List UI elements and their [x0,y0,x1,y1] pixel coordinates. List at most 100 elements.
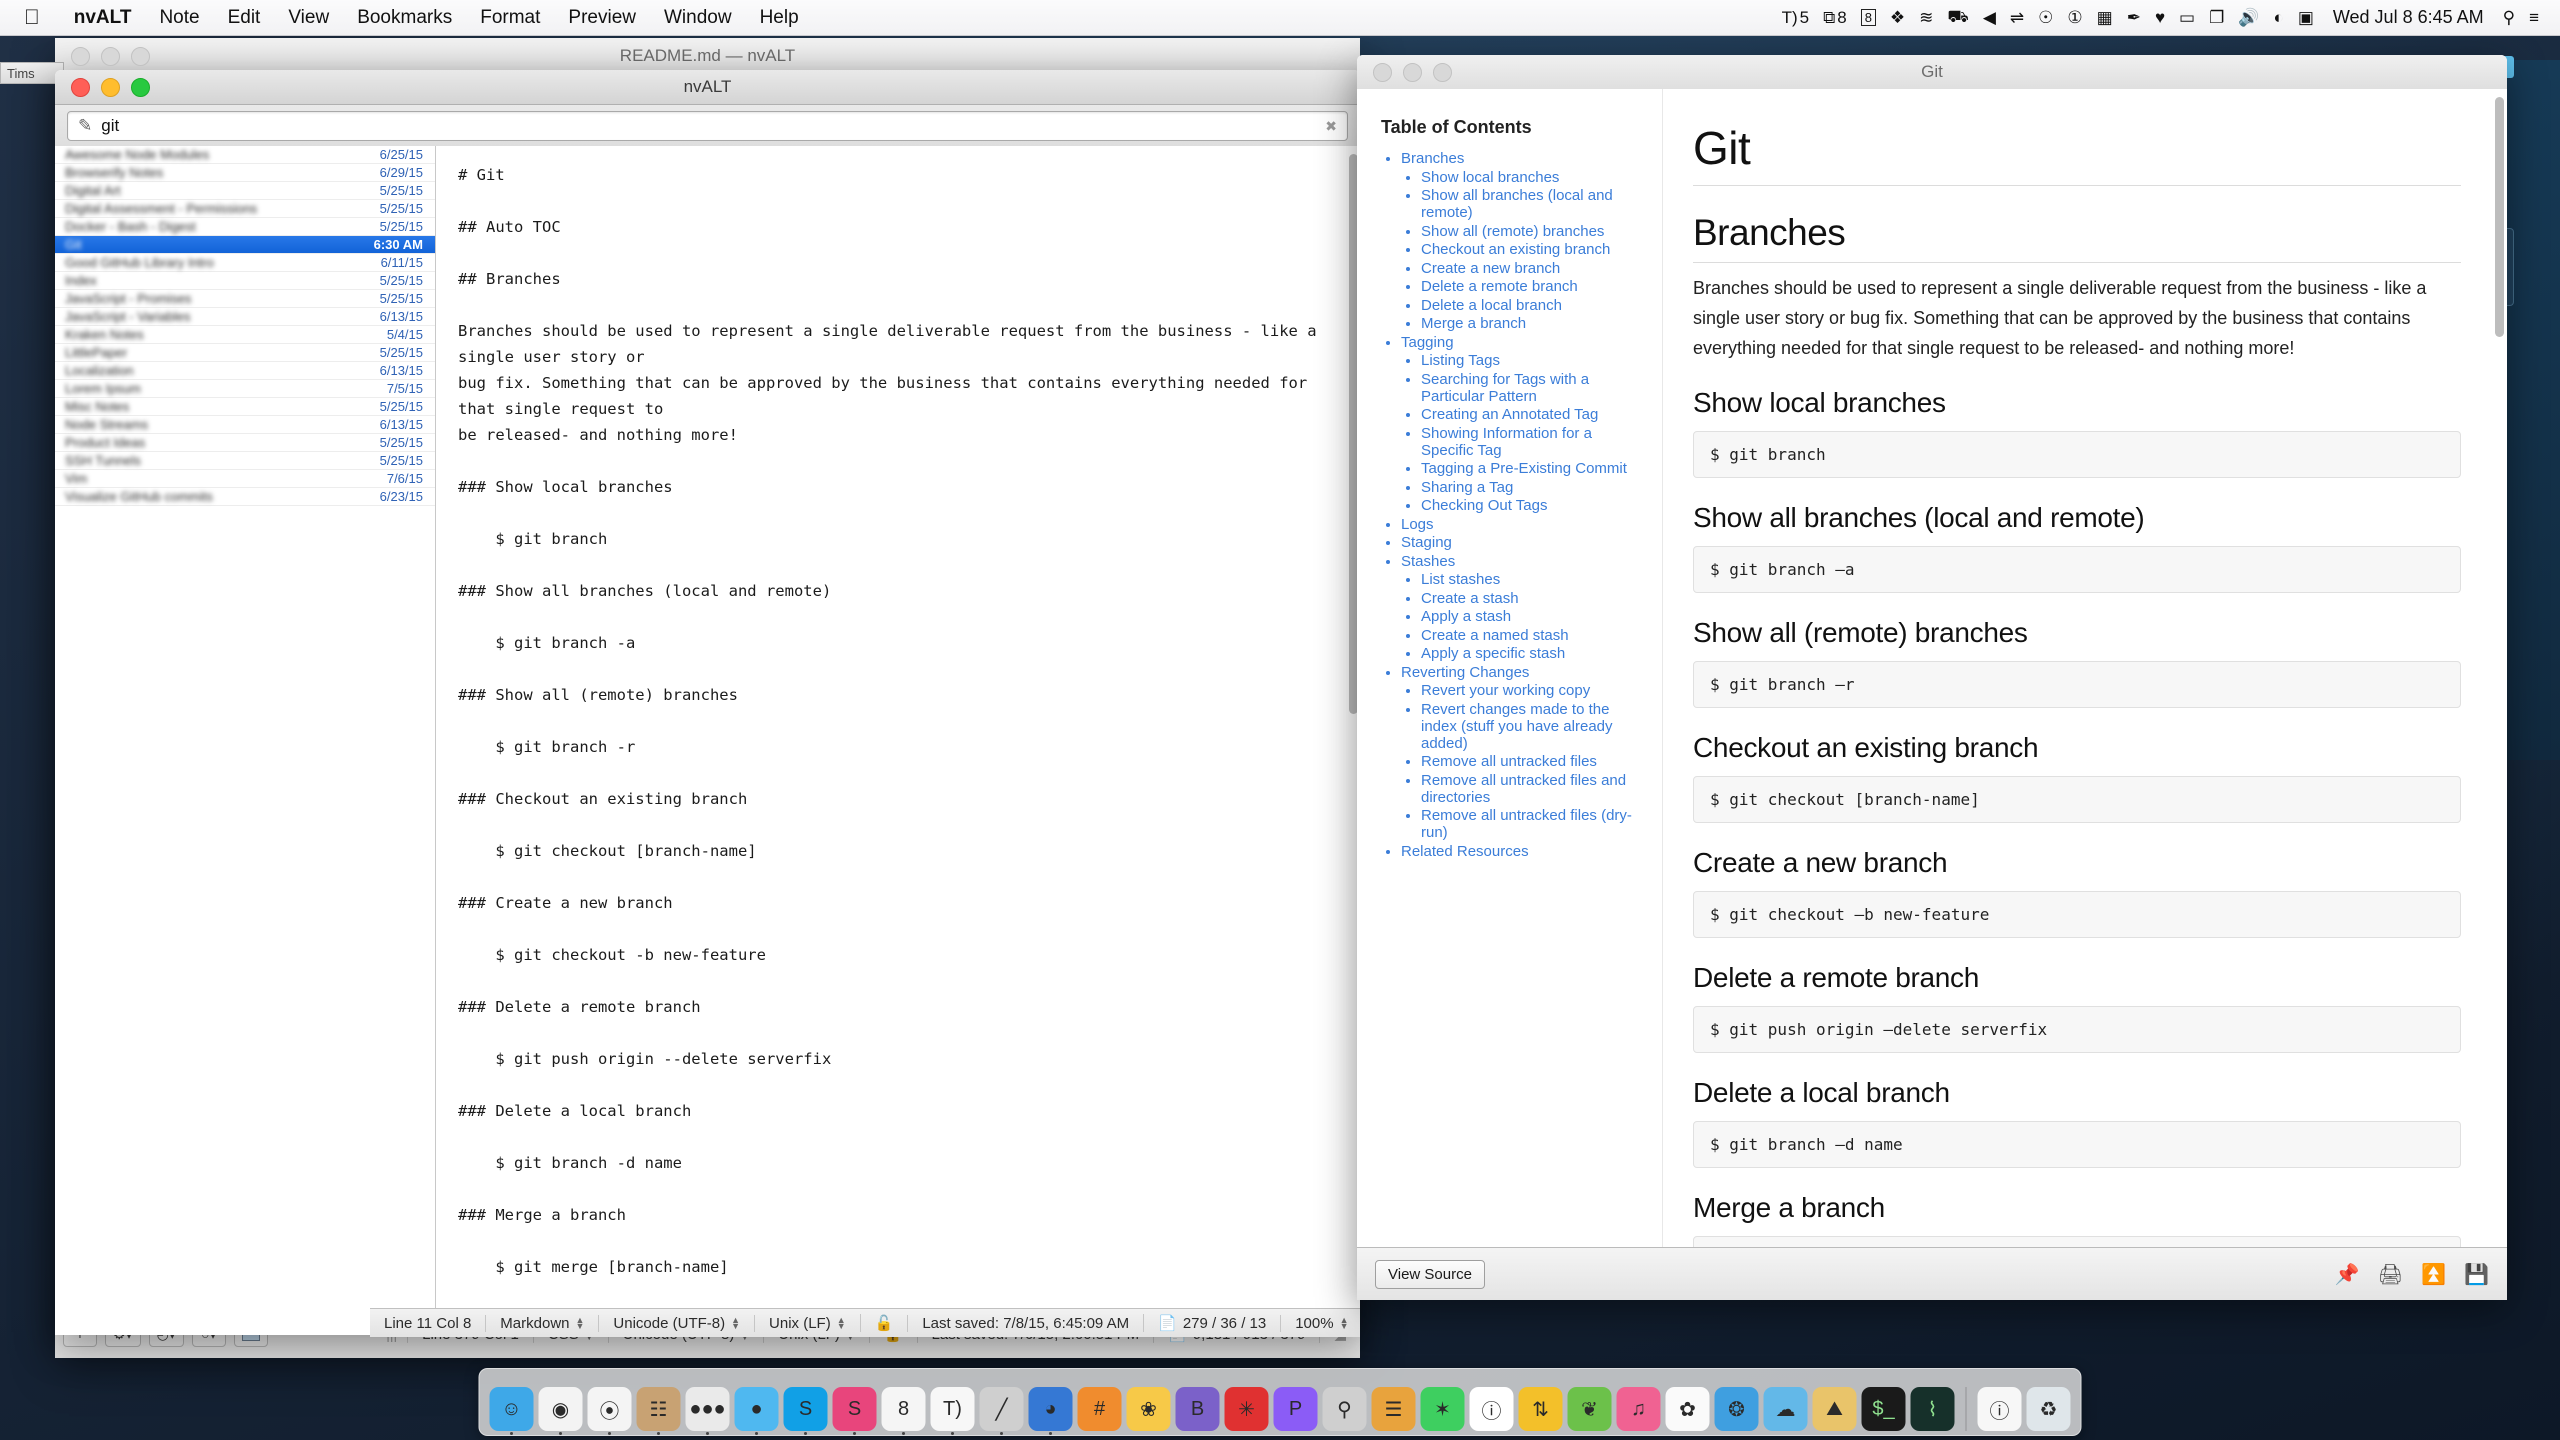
marked-traffic-lights[interactable] [1357,63,1452,82]
toc-subitem-label[interactable]: Merge a branch [1421,315,1526,332]
note-list-item[interactable]: JavaScript - Variables6/13/15 [55,308,435,326]
toc-subitem[interactable]: Apply a stash [1421,608,1646,625]
note-list-item[interactable]: LittlePaper5/25/15 [55,344,435,362]
toc-item-label[interactable]: Tagging [1401,334,1454,351]
search-icon[interactable]: ⚲ [2496,8,2522,28]
megaphone-icon[interactable]: ◀ [1976,8,2003,28]
toc-subitem[interactable]: Creating an Annotated Tag [1421,406,1646,423]
toc-subitem-label[interactable]: Tagging a Pre-Existing Commit [1421,460,1627,477]
toc-subitem-label[interactable]: Show local branches [1421,169,1559,186]
toc-item-label[interactable]: Staging [1401,534,1452,551]
toc-subitem-label[interactable]: Show all (remote) branches [1421,223,1604,240]
toc-subitem[interactable]: Remove all untracked files and directori… [1421,772,1646,806]
stats-icon[interactable]: ⧉8 [1816,8,1854,28]
toc-subitem-label[interactable]: Remove all untracked files (dry-run) [1421,807,1632,841]
toc-subitem-label[interactable]: Create a named stash [1421,627,1569,644]
toc-subitem[interactable]: Apply a specific stash [1421,645,1646,662]
dock-item-cloud[interactable]: ☁ [1764,1387,1808,1431]
nvalt-search-bar[interactable]: ✎ git ✖ [55,105,1360,148]
bell-icon[interactable]: ☉ [2031,8,2060,28]
chevron-updown-icon[interactable]: ▲▼ [731,1317,740,1329]
heart-icon[interactable]: ♥ [2148,8,2172,28]
dock-item-activity-monitor[interactable]: ⌇ [1911,1387,1955,1431]
toc-subitem-label[interactable]: Listing Tags [1421,352,1500,369]
apple-menu-icon[interactable]:  [0,6,60,30]
chevron-updown-icon[interactable]: ▲▼ [1340,1317,1349,1329]
toc-subitem-label[interactable]: Create a stash [1421,590,1519,607]
bg-editor-traffic-lights[interactable] [55,47,150,66]
nvalt-line-ending-select[interactable]: Unix (LF) ▲▼ [754,1315,860,1332]
toc-subitem-label[interactable]: Delete a local branch [1421,297,1562,314]
dock-item-terminal[interactable]: $_ [1862,1387,1906,1431]
close-button[interactable] [71,47,90,66]
note-list-item[interactable]: Index5/25/15 [55,272,435,290]
wifi-icon[interactable]: ◐ [2267,8,2291,28]
note-list-item[interactable]: Visualize GitHub commits6/23/15 [55,488,435,506]
nvalt-titlebar[interactable]: nvALT [55,70,1360,105]
airplay-icon[interactable]: ≋ [1912,8,1940,28]
toc-item[interactable]: Staging [1401,534,1646,551]
note-body-text[interactable]: # Git ## Auto TOC ## Branches Branches s… [436,146,1360,1335]
menu-item-view[interactable]: View [274,7,343,29]
dock-item-sublime[interactable]: ✶ [1421,1387,1465,1431]
dock-item-firefox-dev[interactable]: ◕ [1029,1387,1073,1431]
dock-item-utilities-folder[interactable]: ⛰ [1813,1387,1857,1431]
battery-monitor-icon[interactable]: ▦ [2090,8,2120,28]
note-list-item[interactable]: Localization6/13/15 [55,362,435,380]
zoom-button[interactable] [131,78,150,97]
toc-subitem-label[interactable]: Searching for Tags with a Particular Pat… [1421,371,1589,405]
toc-item-label[interactable]: Logs [1401,516,1434,533]
pen-icon[interactable]: ✒ [2120,8,2148,28]
dock-item-skype[interactable]: S [784,1387,828,1431]
menu-item-edit[interactable]: Edit [214,7,275,29]
search-input[interactable]: ✎ git ✖ [67,111,1348,141]
dock-item-timer[interactable]: T) [931,1387,975,1431]
marked-titlebar[interactable]: Git [1357,55,2507,90]
truck-icon[interactable]: ⛟ [1940,7,1975,29]
zoom-button[interactable] [131,47,150,66]
dock-item-safari[interactable]: ⦿ [588,1387,632,1431]
menu-bar-clock[interactable]: Wed Jul 8 6:45 AM [2321,7,2496,28]
note-list-item[interactable]: Node Streams6/13/15 [55,416,435,434]
view-source-button[interactable]: View Source [1375,1260,1485,1289]
toc-subitem[interactable]: Showing Information for a Specific Tag [1421,425,1646,459]
note-list-item[interactable]: Kraken Notes5/4/15 [55,326,435,344]
toc-subitem[interactable]: Create a named stash [1421,627,1646,644]
flow-icon[interactable]: ⇌ [2003,8,2031,28]
toc-subitem-label[interactable]: Remove all untracked files and directori… [1421,772,1626,806]
toc-item-label[interactable]: Related Resources [1401,843,1529,860]
toc-item[interactable]: StashesList stashesCreate a stashApply a… [1401,553,1646,663]
scrollbar-thumb[interactable] [2495,97,2504,337]
toc-subitem-label[interactable]: Checking Out Tags [1421,497,1547,514]
menu-item-help[interactable]: Help [746,7,813,29]
toc-subitem-label[interactable]: Create a new branch [1421,260,1560,277]
save-icon[interactable]: 💾 [2464,1262,2489,1287]
toc-subitem-label[interactable]: Revert changes made to the index (stuff … [1421,701,1613,752]
toc-subitem[interactable]: Checking Out Tags [1421,497,1646,514]
menu-bar[interactable]:  nvALT Note Edit View Bookmarks Format … [0,0,2560,36]
note-list-item[interactable]: Digital Art5/25/15 [55,182,435,200]
toc-subitem[interactable]: Merge a branch [1421,315,1646,332]
volume-icon[interactable]: 🔊 [2231,8,2266,28]
print-icon[interactable]: 🖨 [2378,1262,2403,1287]
note-list-item[interactable]: JavaScript - Promises5/25/15 [55,290,435,308]
menu-item-note[interactable]: Note [145,7,213,29]
dock-item-address-book[interactable]: ☷ [637,1387,681,1431]
menu-item-bookmarks[interactable]: Bookmarks [343,7,466,29]
table-of-contents[interactable]: Table of Contents BranchesShow local bra… [1357,89,1662,1248]
dock-item-clock-app[interactable]: ⓘ [1978,1387,2022,1431]
marked-bottom-bar[interactable]: View Source 📌 🖨 ⏫ 💾 [1357,1247,2507,1300]
dock[interactable]: ☺◉⦿☷●●●●SS8T)╱◕#❀B✳P⚲☰✶ⓘ⇅❦♫✿❂☁⛰$_⌇ⓘ♻ [479,1368,2082,1436]
nvalt-zoom-select[interactable]: 100% ▲▼ [1280,1315,1362,1332]
dock-item-preview[interactable]: ⚲ [1323,1387,1367,1431]
toc-item[interactable]: Reverting ChangesRevert your working cop… [1401,664,1646,842]
export-icon[interactable]: ⏫ [2421,1262,2446,1287]
dock-item-itunes[interactable]: ♫ [1617,1387,1661,1431]
pin-icon[interactable]: 📌 [2335,1262,2360,1287]
toc-subitem-label[interactable]: Creating an Annotated Tag [1421,406,1598,423]
dock-item-bbedit[interactable]: ☰ [1372,1387,1416,1431]
dock-item-kraken[interactable]: ✳ [1225,1387,1269,1431]
toc-item[interactable]: Related Resources [1401,843,1646,860]
note-list-item[interactable]: Lorem Ipsum7/5/15 [55,380,435,398]
toc-subitem[interactable]: Tagging a Pre-Existing Commit [1421,460,1646,477]
